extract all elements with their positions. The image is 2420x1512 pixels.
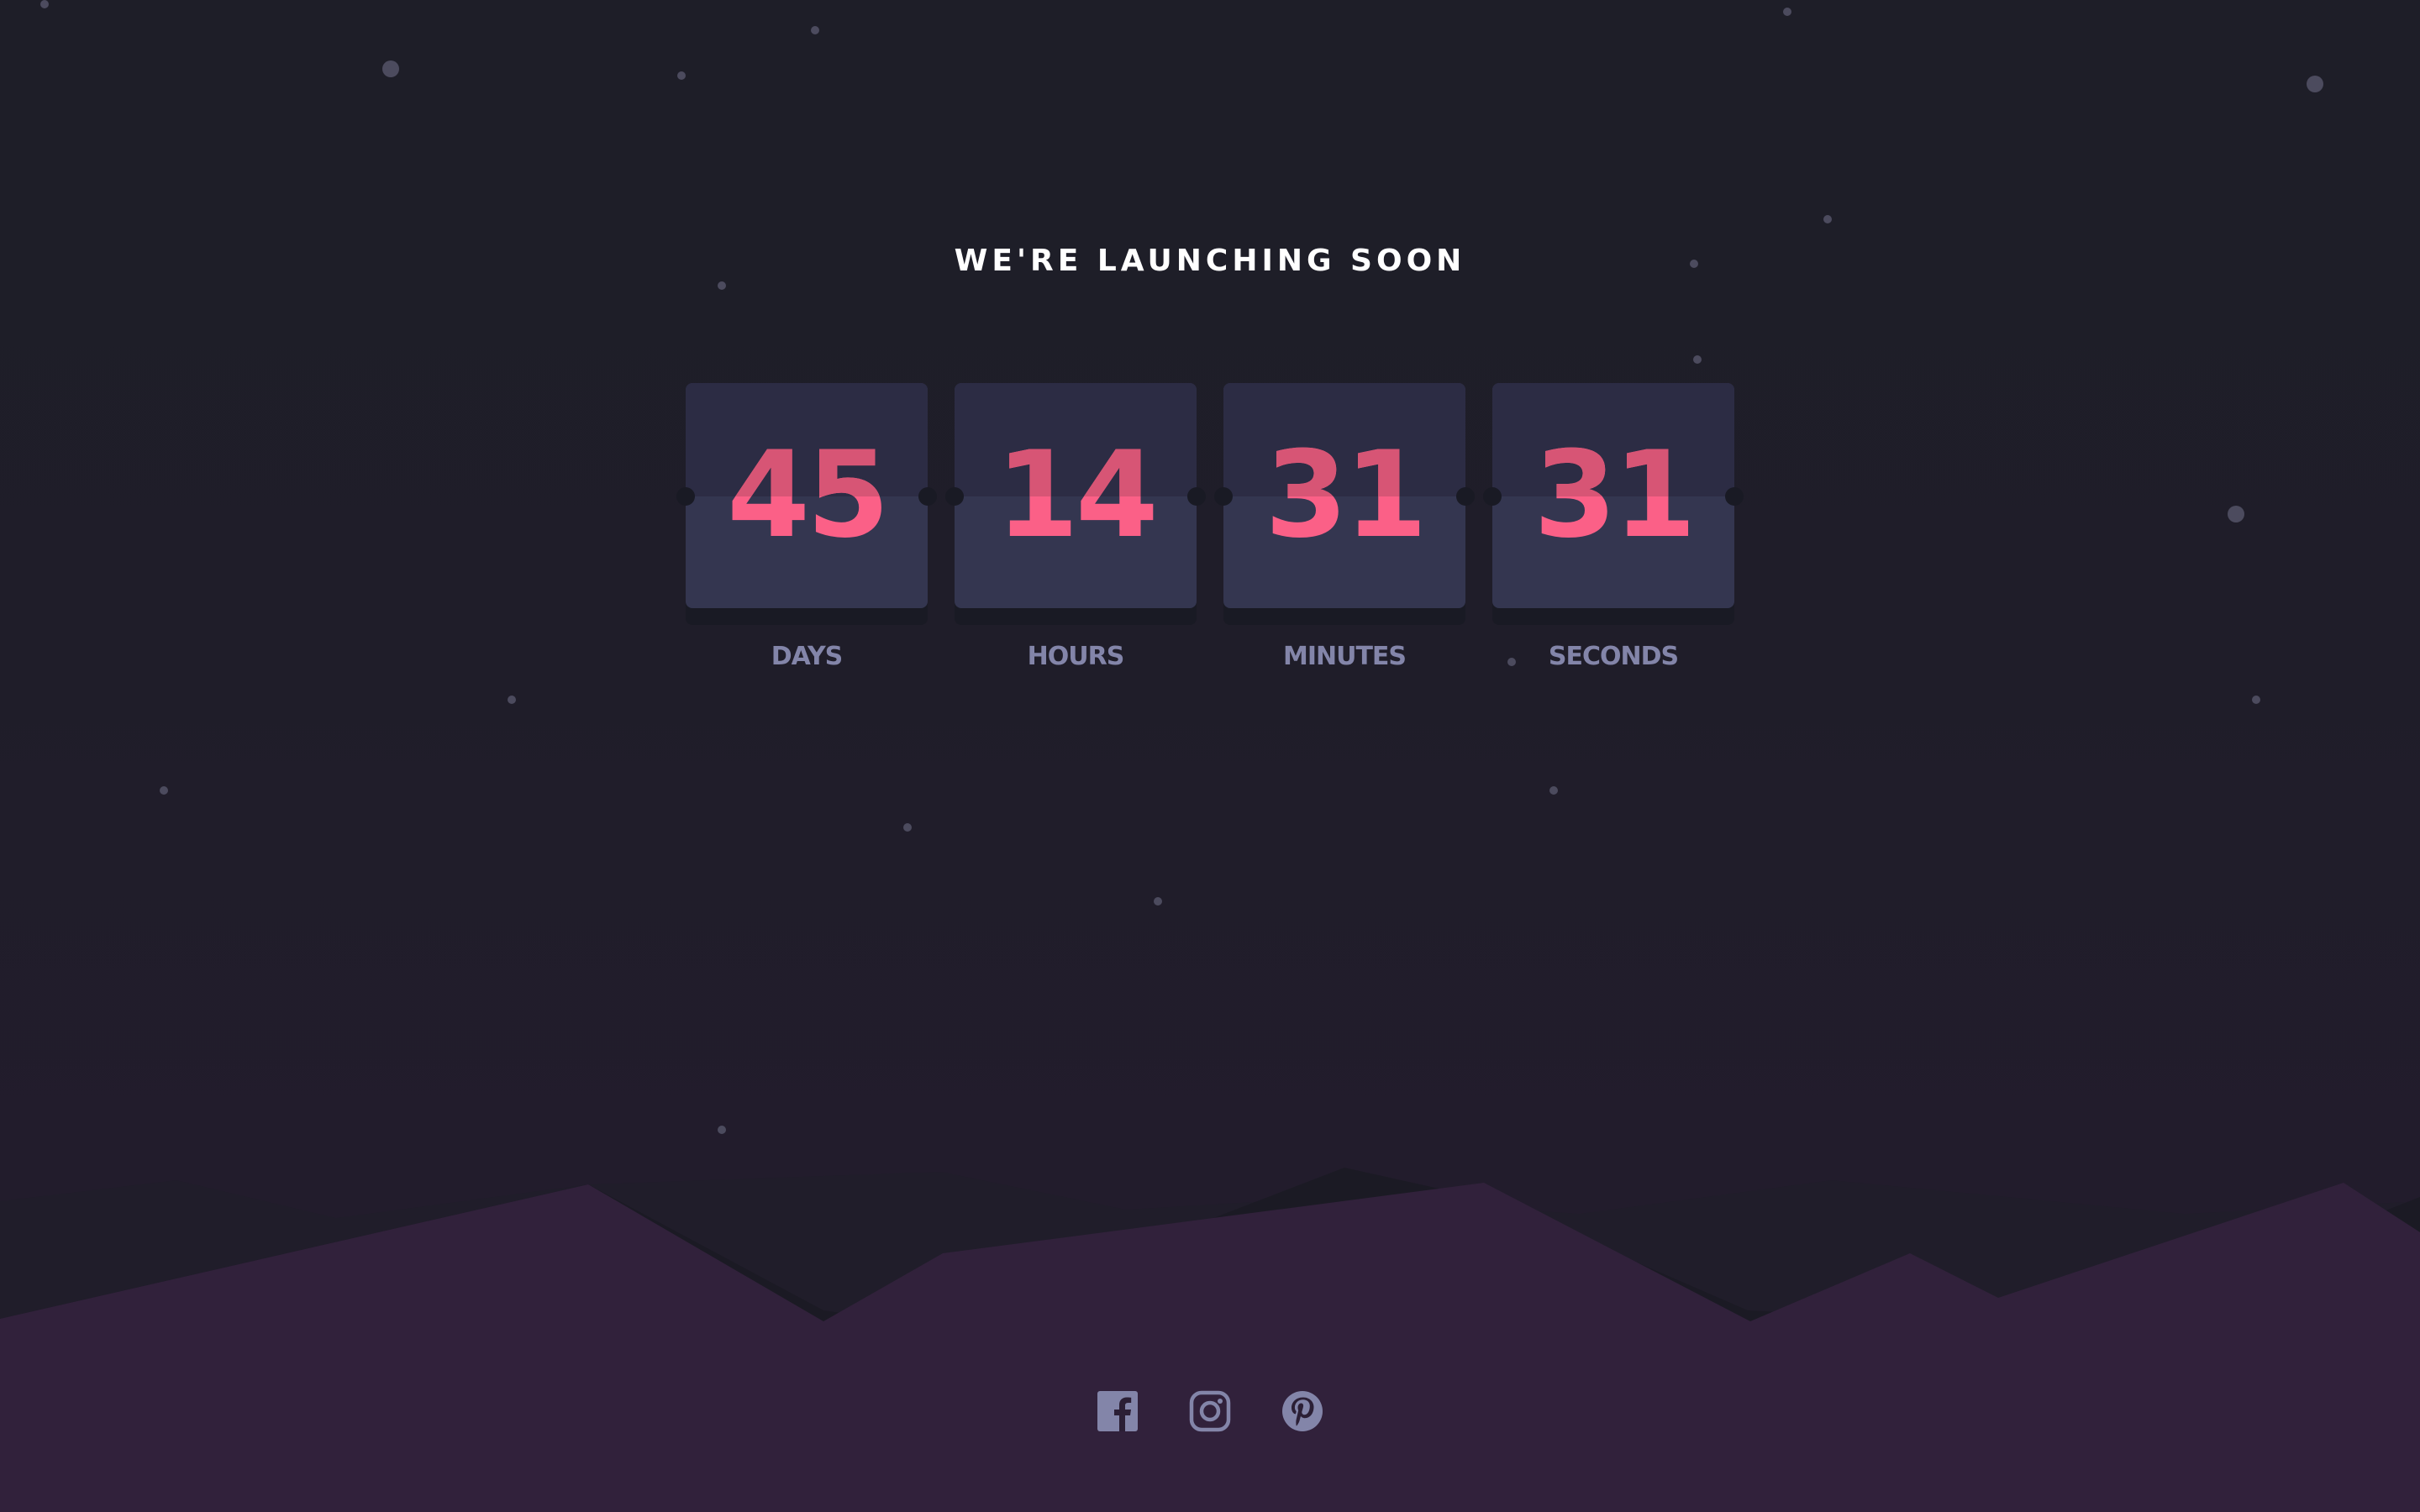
countdown-minutes: 31 31 MINUTES <box>1214 383 1475 677</box>
star <box>382 60 399 77</box>
flip-card: 45 45 <box>676 383 937 625</box>
flip-card-top-digits: 31 <box>1223 383 1465 496</box>
coming-soon-page: { "page": { "title": "WE'RE LAUNCHING SO… <box>0 0 2420 1512</box>
card-notch-left <box>945 487 964 506</box>
countdown-days: 45 45 DAYS <box>676 383 937 677</box>
star <box>677 71 686 80</box>
instagram-link[interactable] <box>1188 1389 1232 1433</box>
star <box>40 0 49 8</box>
flip-card-top-digits: 14 <box>955 383 1197 496</box>
star <box>2228 506 2244 522</box>
seconds-value-top: 31 <box>1534 426 1697 496</box>
star <box>1549 786 1558 795</box>
flip-card-face: 31 31 <box>1492 383 1734 608</box>
seconds-label: SECONDS <box>1548 642 1679 671</box>
facebook-link[interactable] <box>1096 1389 1139 1433</box>
star <box>1154 897 1162 906</box>
flip-card: 14 14 <box>945 383 1206 625</box>
star <box>903 823 912 832</box>
star <box>160 786 168 795</box>
star <box>718 1126 726 1134</box>
card-notch-right <box>1725 487 1744 506</box>
card-notch-right <box>1456 487 1475 506</box>
flip-card-face: 14 14 <box>955 383 1197 608</box>
star <box>2252 696 2260 704</box>
countdown-hours: 14 14 HOURS <box>945 383 1206 677</box>
pinterest-icon <box>1282 1391 1323 1431</box>
card-notch-right <box>918 487 937 506</box>
hours-label: HOURS <box>1027 642 1125 671</box>
days-label: DAYS <box>771 642 844 671</box>
star <box>1823 215 1832 223</box>
card-notch-left <box>1483 487 1502 506</box>
flip-card: 31 31 <box>1214 383 1475 625</box>
minutes-label: MINUTES <box>1282 642 1407 671</box>
facebook-icon <box>1097 1391 1138 1431</box>
star <box>1693 355 1702 364</box>
card-notch-left <box>676 487 695 506</box>
flip-card-face: 45 45 <box>686 383 928 608</box>
star <box>1783 8 1791 16</box>
countdown-seconds: 31 31 SECONDS <box>1483 383 1744 677</box>
hills-background <box>0 1168 2420 1512</box>
flip-card-top-digits: 45 <box>686 383 928 496</box>
star <box>811 26 819 34</box>
flip-card-top-digits: 31 <box>1492 383 1734 496</box>
instagram-icon <box>1189 1390 1231 1432</box>
pinterest-link[interactable] <box>1281 1389 1324 1433</box>
flip-card: 31 31 <box>1483 383 1744 625</box>
star <box>2307 76 2323 92</box>
card-notch-left <box>1214 487 1233 506</box>
card-notch-right <box>1187 487 1206 506</box>
social-links <box>1089 1389 1331 1433</box>
minutes-value-top: 31 <box>1265 426 1428 496</box>
page-title: WE'RE LAUNCHING SOON <box>954 244 1466 278</box>
countdown-timer: 45 45 DAYS 14 14 HOURS 31 31 MINUTES 31 … <box>676 383 1744 677</box>
star <box>508 696 516 704</box>
star <box>718 281 726 290</box>
hours-value-top: 14 <box>996 426 1159 496</box>
flip-card-face: 31 31 <box>1223 383 1465 608</box>
days-value-top: 45 <box>727 426 890 496</box>
